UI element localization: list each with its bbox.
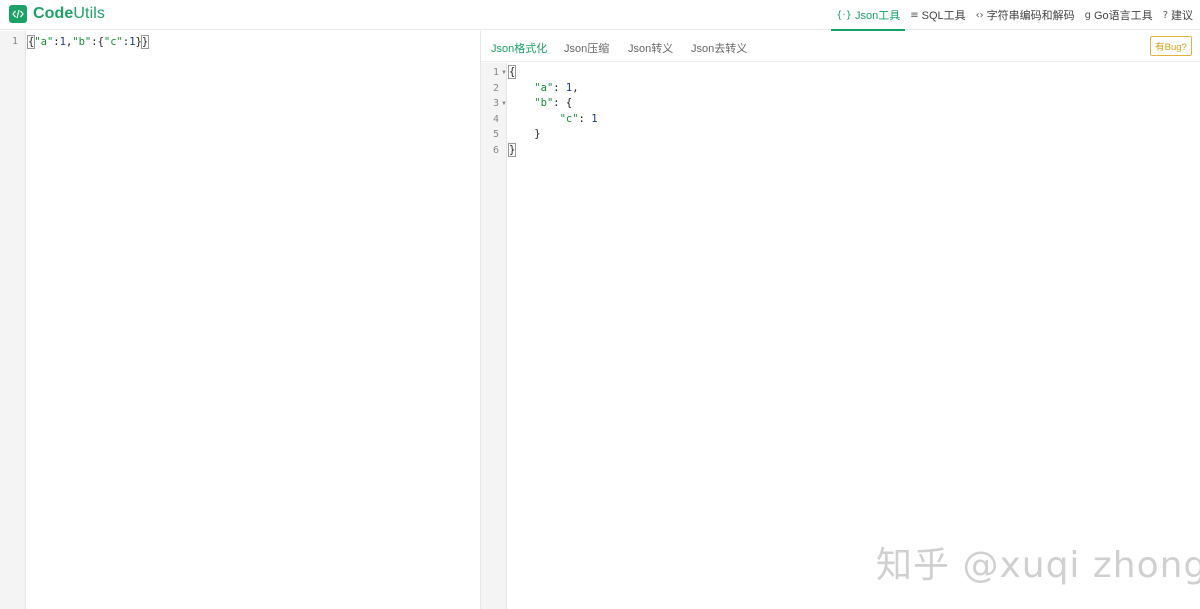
json-braces-icon: {·} bbox=[836, 9, 852, 21]
nav-go-tools[interactable]: g Go语言工具 bbox=[1080, 0, 1158, 30]
line-number: 5 bbox=[492, 129, 499, 140]
nav-string-encode[interactable]: ‹› 字符串编码和解码 bbox=[971, 0, 1080, 30]
input-editor[interactable]: 1 {"a":1,"b":{"c":1}} bbox=[0, 31, 481, 609]
line-number: 6 bbox=[492, 145, 499, 156]
bug-report-button[interactable]: 有Bug? bbox=[1150, 36, 1192, 56]
tab-json-format[interactable]: Json格式化 bbox=[491, 40, 547, 56]
line-number: 3 bbox=[492, 98, 499, 109]
nav-label: Go语言工具 bbox=[1094, 10, 1153, 22]
output-editor[interactable]: 1 ▼ 2 3 ▼ 4 5 6 { "a": 1, "b": { "c": 1 … bbox=[481, 63, 1200, 609]
line-number: 1 bbox=[11, 36, 18, 47]
nav-label: Json工具 bbox=[854, 10, 901, 22]
output-code[interactable]: { "a": 1, "b": { "c": 1 } } bbox=[507, 65, 598, 159]
nav-sql-tools[interactable]: ≡ SQL工具 bbox=[905, 0, 970, 30]
code-brackets-icon bbox=[9, 5, 27, 23]
line-gutter: 1 ▼ 2 3 ▼ 4 5 6 bbox=[481, 63, 507, 609]
code-angle-icon: ‹› bbox=[975, 9, 984, 21]
line-number: 4 bbox=[492, 114, 499, 125]
logo[interactable]: CodeUtils bbox=[9, 5, 105, 23]
tab-json-compress[interactable]: Json压缩 bbox=[564, 40, 609, 56]
line-number: 2 bbox=[492, 83, 499, 94]
top-nav: {·} Json工具 ≡ SQL工具 ‹› 字符串编码和解码 g Go语言工具 … bbox=[831, 0, 1198, 31]
top-header: CodeUtils {·} Json工具 ≡ SQL工具 ‹› 字符串编码和解码… bbox=[0, 0, 1200, 31]
nav-json-tools[interactable]: {·} Json工具 bbox=[831, 0, 906, 31]
tool-tabs: Json格式化 Json压缩 Json转义 Json去转义 有Bug? bbox=[481, 31, 1200, 62]
fold-arrow-icon[interactable]: ▼ bbox=[501, 65, 507, 81]
tab-json-unescape[interactable]: Json去转义 bbox=[691, 40, 747, 56]
line-number: 1 bbox=[492, 67, 499, 78]
go-icon: g bbox=[1084, 9, 1091, 21]
logo-text: CodeUtils bbox=[33, 5, 106, 22]
nav-label: 建议 bbox=[1171, 10, 1193, 22]
nav-label: SQL工具 bbox=[921, 10, 966, 22]
question-circle-icon: ? bbox=[1162, 9, 1168, 21]
nav-suggestion[interactable]: ? 建议 bbox=[1158, 0, 1198, 30]
input-code-line[interactable]: {"a":1,"b":{"c":1}} bbox=[26, 34, 150, 50]
watermark: 知乎 @xuqi zhong bbox=[876, 545, 1200, 586]
fold-arrow-icon[interactable]: ▼ bbox=[501, 96, 507, 112]
database-icon: ≡ bbox=[910, 9, 919, 21]
output-pane: Json格式化 Json压缩 Json转义 Json去转义 有Bug? 1 ▼ … bbox=[481, 31, 1200, 609]
tab-json-escape[interactable]: Json转义 bbox=[628, 40, 673, 56]
line-gutter: 1 bbox=[0, 31, 26, 609]
nav-label: 字符串编码和解码 bbox=[986, 10, 1075, 22]
